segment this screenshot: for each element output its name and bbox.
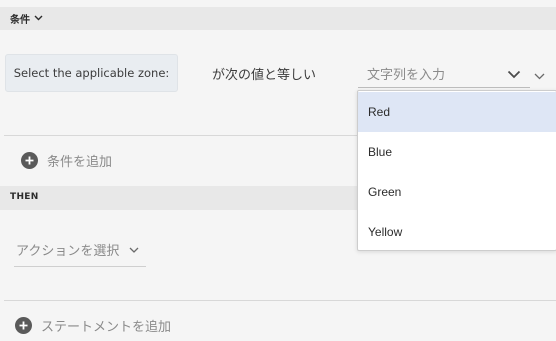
dropdown-option-label: Red — [368, 105, 391, 119]
then-section-label: THEN — [10, 192, 39, 202]
row-menu-chevron-icon[interactable] — [534, 65, 545, 84]
chevron-down-icon — [34, 13, 43, 24]
divider — [4, 300, 556, 301]
zone-selector-label: Select the applicable zone: — [13, 66, 170, 80]
dropdown-option-label: Yellow — [368, 225, 403, 239]
dropdown-option-label: Blue — [368, 145, 393, 159]
add-circle-icon — [15, 317, 32, 334]
when-section-toggle[interactable]: 条件 — [10, 11, 43, 26]
add-condition-button[interactable]: 条件を追加 — [21, 151, 112, 170]
action-select-placeholder: アクションを選択 — [16, 243, 120, 259]
dropdown-option-green[interactable]: Green — [358, 172, 556, 212]
dropdown-option-label: Green — [368, 185, 402, 199]
when-section-header — [0, 7, 556, 30]
dropdown-option-blue[interactable]: Blue — [358, 132, 556, 172]
dropdown-option-red[interactable]: Red — [358, 92, 556, 132]
when-section-label: 条件 — [10, 15, 30, 26]
chevron-down-icon — [129, 242, 139, 257]
value-dropdown-list: Red Blue Green Yellow — [357, 90, 556, 251]
add-condition-label: 条件を追加 — [47, 155, 113, 170]
zone-selector-chip[interactable]: Select the applicable zone: — [5, 54, 178, 92]
dropdown-option-yellow[interactable]: Yellow — [358, 212, 556, 252]
chevron-down-icon[interactable] — [507, 64, 521, 83]
operator-label[interactable]: が次の値と等しい — [212, 64, 316, 83]
action-select[interactable]: アクションを選択 — [14, 232, 146, 267]
add-statement-button[interactable]: ステートメントを追加 — [15, 316, 171, 335]
add-statement-label: ステートメントを追加 — [41, 320, 172, 335]
value-input-placeholder: 文字列を入力 — [367, 68, 446, 83]
add-circle-icon — [21, 152, 38, 169]
